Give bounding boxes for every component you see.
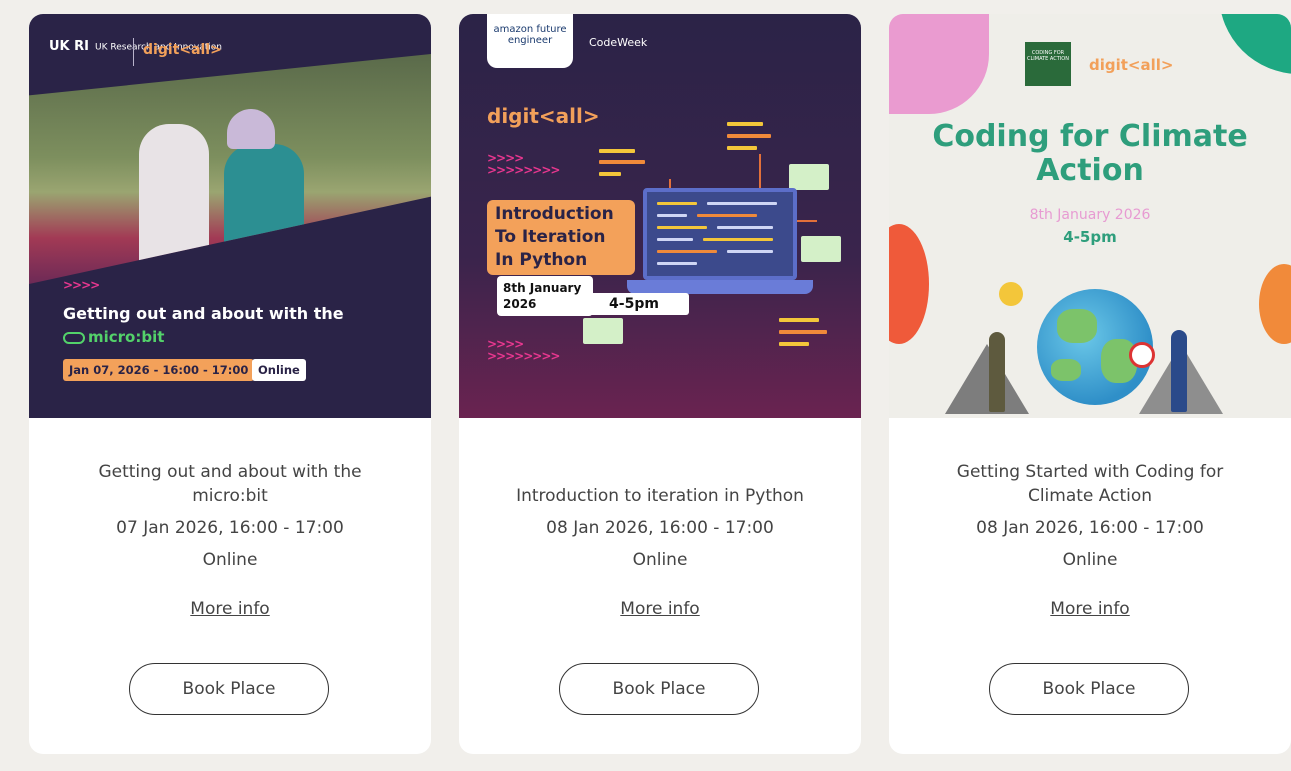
sun-icon [999, 282, 1023, 306]
arrow-decoration: >>>> >>>>>>>> [487, 151, 560, 177]
microbit-logo: micro:bit [63, 328, 164, 346]
event-title: Getting out and about with the micro:bit [98, 462, 362, 506]
code-line-decoration [727, 146, 757, 150]
no-littering-sign-icon [1129, 342, 1155, 368]
event-details: Getting out and about with the micro:bit… [29, 418, 431, 754]
person-figure [989, 332, 1005, 412]
event-banner-image[interactable]: amazon future engineer CodeWeek digit<al… [459, 14, 861, 418]
more-info-link[interactable]: More info [889, 599, 1291, 619]
event-location: Online [1062, 550, 1118, 570]
book-place-button[interactable]: Book Place [129, 663, 329, 715]
code-line-decoration [779, 318, 819, 322]
event-card: UK RI UK Research and Innovation digit<al… [29, 14, 431, 754]
digitall-logo: digit<all> [487, 104, 600, 128]
person-figure [1171, 330, 1187, 412]
banner-time: 4-5pm [579, 293, 689, 315]
book-place-button[interactable]: Book Place [559, 663, 759, 715]
note-decoration [583, 318, 623, 344]
child-figure [224, 144, 304, 274]
banner-time: 4-5pm [1063, 228, 1117, 246]
coding-for-climate-badge: CODING FOR CLIMATE ACTION [1025, 42, 1071, 86]
online-pill: Online [252, 359, 306, 381]
arrow-decoration: >>>> [63, 278, 100, 292]
child-figure [139, 124, 209, 274]
laptop-illustration [643, 188, 797, 280]
fruit-decoration [1259, 264, 1291, 344]
connector-line [797, 220, 817, 222]
event-location: Online [632, 550, 688, 570]
event-datetime: 07 Jan 2026, 16:00 - 17:00 [116, 518, 344, 538]
laptop-base [627, 280, 813, 294]
event-card: amazon future engineer CodeWeek digit<al… [459, 14, 861, 754]
event-details: Introduction to iteration in Python 08 J… [459, 418, 861, 754]
code-line-decoration [599, 172, 621, 176]
code-line-decoration [727, 134, 771, 138]
event-title: Getting Started with Coding for Climate … [956, 462, 1224, 506]
note-decoration [801, 236, 841, 262]
hat-shape [227, 109, 275, 149]
book-place-button[interactable]: Book Place [989, 663, 1189, 715]
digitall-logo: digit<all> [1089, 56, 1174, 74]
event-banner-image[interactable]: CODING FOR CLIMATE ACTION digit<all> Cod… [889, 14, 1291, 418]
banner-headline: Introduction To Iteration In Python [487, 200, 635, 275]
code-line-decoration [727, 122, 763, 126]
digitall-logo: digit<all> [143, 42, 222, 58]
event-datetime: 08 Jan 2026, 16:00 - 17:00 [976, 518, 1204, 538]
microbit-icon [63, 331, 85, 344]
code-line-decoration [599, 149, 635, 153]
event-location: Online [202, 550, 258, 570]
more-info-link[interactable]: More info [29, 599, 431, 619]
event-banner-image[interactable]: UK RI UK Research and Innovation digit<al… [29, 14, 431, 418]
code-line-decoration [779, 342, 809, 346]
arrow-decoration: >>>> >>>>>>>> [487, 337, 560, 363]
photo-children-microbit [29, 54, 431, 284]
event-title: Introduction to iteration in Python [516, 486, 804, 506]
more-info-link[interactable]: More info [459, 599, 861, 619]
banner-date: 8th January 2026 [1029, 207, 1151, 223]
note-decoration [789, 164, 829, 190]
flower-decoration [889, 14, 989, 114]
event-details: Getting Started with Coding for Climate … [889, 418, 1291, 754]
date-pill: Jan 07, 2026 - 16:00 - 17:00 [63, 359, 255, 381]
code-line-decoration [599, 160, 645, 164]
codeweek-logo: CodeWeek [589, 36, 648, 49]
banner-headline: Getting out and about with the [63, 304, 344, 323]
banner-headline: Coding for Climate Action [932, 119, 1248, 188]
logo-divider [133, 38, 134, 66]
banner-logo-bar: UK RI UK Research and Innovation digit<al… [29, 14, 431, 86]
event-card: CODING FOR CLIMATE ACTION digit<all> Cod… [889, 14, 1291, 754]
code-line-decoration [779, 330, 827, 334]
mountain-decoration [945, 344, 1029, 414]
event-datetime: 08 Jan 2026, 16:00 - 17:00 [546, 518, 774, 538]
amazon-future-engineer-logo: amazon future engineer [487, 14, 573, 68]
connector-line [759, 154, 761, 190]
leaf-decoration [1219, 14, 1291, 74]
